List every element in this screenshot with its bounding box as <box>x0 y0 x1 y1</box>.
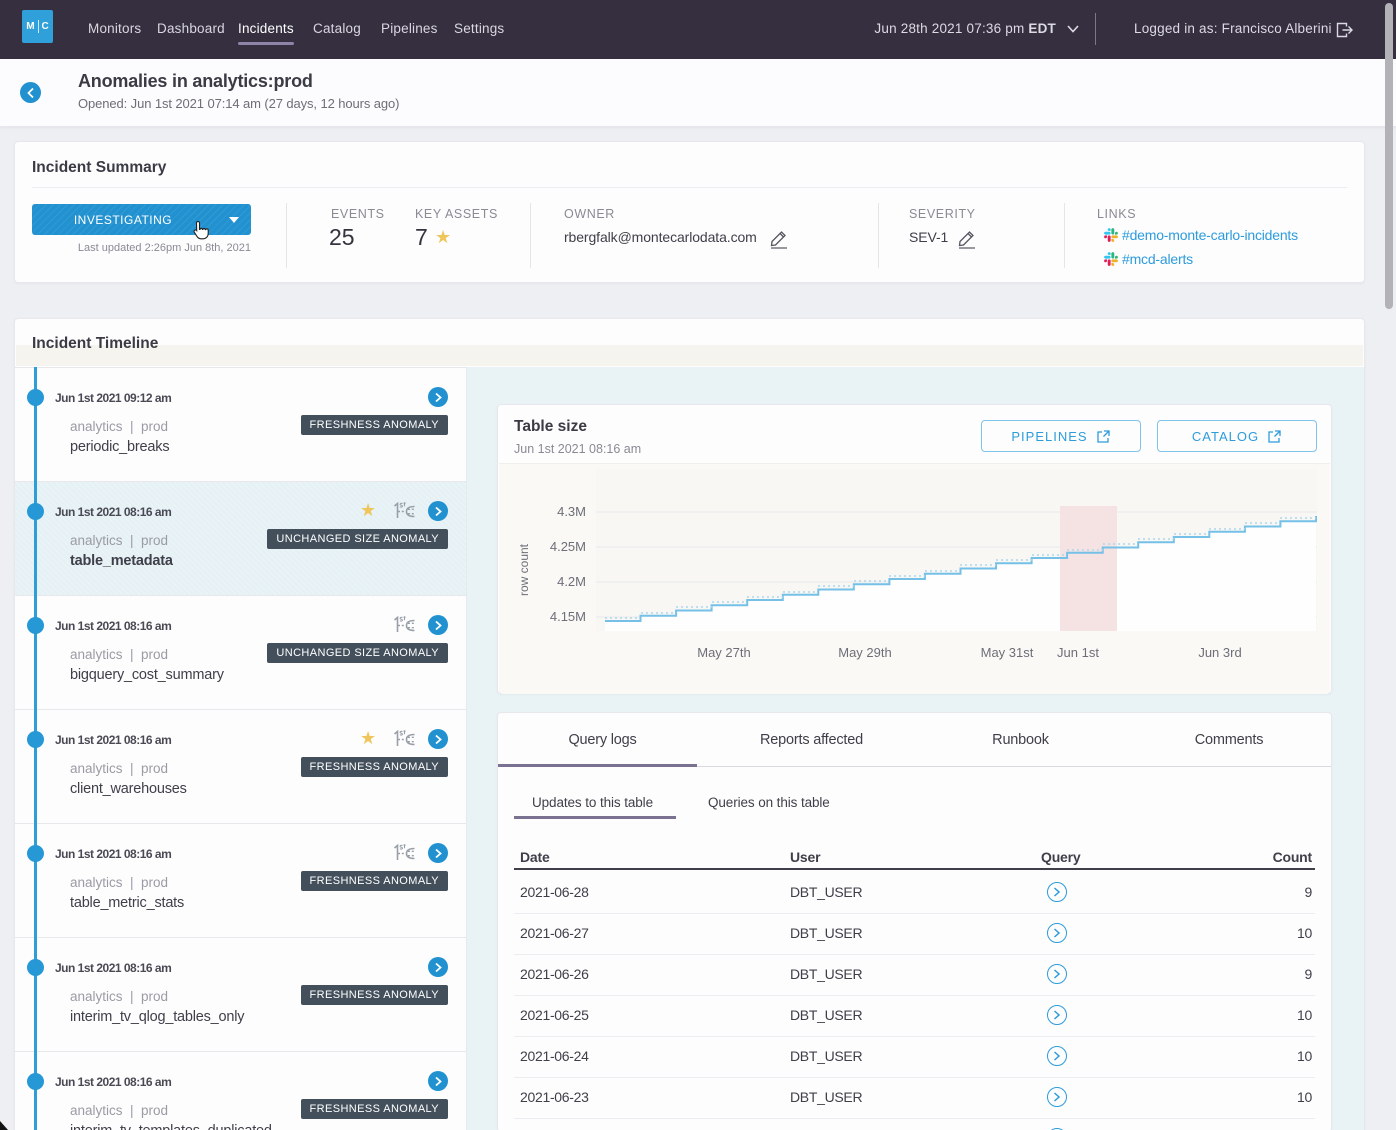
svg-text:May 27th: May 27th <box>697 645 750 660</box>
svg-text:Jun 3rd: Jun 3rd <box>1198 645 1241 660</box>
svg-text:May 31st: May 31st <box>981 645 1034 660</box>
svg-text:4.3M: 4.3M <box>557 504 586 519</box>
svg-text:4.15M: 4.15M <box>550 609 586 624</box>
svg-text:4.25M: 4.25M <box>550 539 586 554</box>
svg-text:Jun 1st: Jun 1st <box>1057 645 1099 660</box>
svg-text:May 29th: May 29th <box>838 645 891 660</box>
svg-text:row count: row count <box>517 543 531 596</box>
svg-text:4.2M: 4.2M <box>557 574 586 589</box>
